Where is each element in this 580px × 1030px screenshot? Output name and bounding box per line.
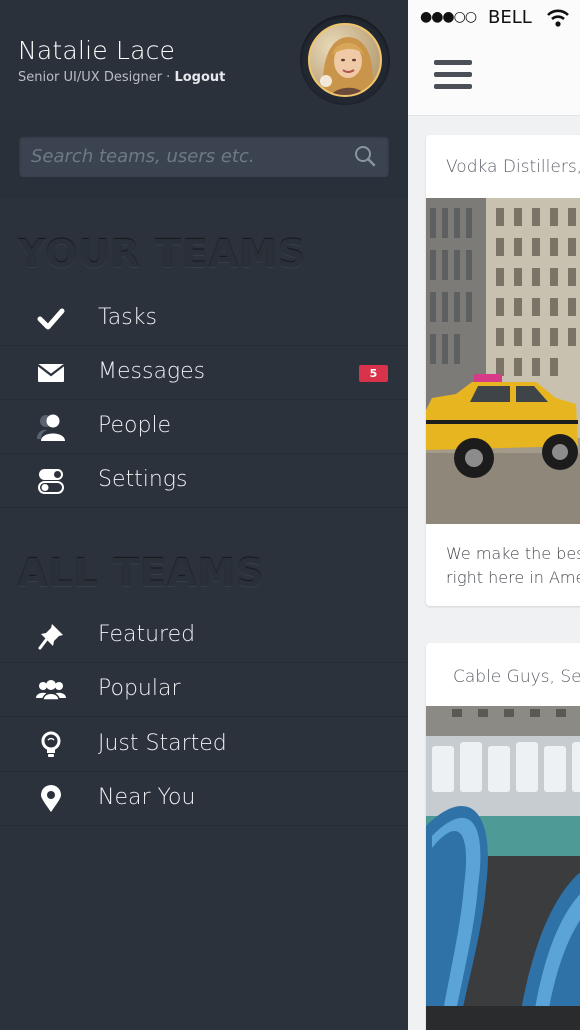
status-bar: ●●●○○ BELL bbox=[408, 0, 580, 36]
wifi-icon bbox=[547, 9, 569, 27]
nav-label: Featured bbox=[98, 622, 196, 647]
main-content: ●●●○○ BELL Vodka Distillers, S bbox=[408, 0, 580, 1030]
card-image bbox=[426, 706, 580, 1030]
section-title-your-teams: YOUR TEAMS bbox=[18, 232, 307, 276]
nav-item-tasks[interactable]: Tasks bbox=[0, 292, 408, 346]
search-box bbox=[19, 136, 389, 177]
nav-item-featured[interactable]: Featured bbox=[0, 609, 408, 663]
nav-item-messages[interactable]: Messages 5 bbox=[0, 346, 408, 400]
avatar[interactable] bbox=[308, 23, 382, 97]
section-title-all-teams: ALL TEAMS bbox=[18, 551, 265, 595]
user-role-line: Senior UI/UX Designer · Logout bbox=[18, 70, 225, 85]
hamburger-menu-icon[interactable] bbox=[434, 60, 472, 90]
unread-badge: 5 bbox=[359, 365, 388, 382]
nav-item-near-you[interactable]: Near You bbox=[0, 772, 408, 826]
top-navbar bbox=[408, 36, 580, 116]
nav-label: Popular bbox=[98, 676, 181, 701]
card-text-line: right here in Ameri bbox=[446, 568, 580, 587]
signal-strength: ●●●○○ bbox=[420, 9, 477, 25]
user-name: Natalie Lace bbox=[18, 36, 176, 65]
logout-link[interactable]: Logout bbox=[174, 70, 225, 85]
search-icon[interactable] bbox=[353, 144, 377, 168]
team-card[interactable]: Vodka Distillers, S bbox=[426, 135, 580, 606]
search-input[interactable] bbox=[19, 136, 339, 177]
nav-item-people[interactable]: People bbox=[0, 400, 408, 454]
nav-item-just-started[interactable]: Just Started bbox=[0, 718, 408, 772]
pin-icon bbox=[36, 623, 66, 650]
toggle-icon bbox=[36, 468, 66, 494]
nav-label: Just Started bbox=[98, 731, 227, 756]
card-title: Cable Guys, Sea bbox=[453, 667, 580, 687]
nav-label: Near You bbox=[98, 785, 196, 810]
card-text-line: We make the best bbox=[446, 544, 580, 563]
sidebar: Natalie Lace Senior UI/UX Designer · Log… bbox=[0, 0, 408, 1030]
envelope-icon bbox=[36, 360, 66, 386]
nav-item-popular[interactable]: Popular bbox=[0, 663, 408, 717]
team-card[interactable]: Cable Guys, Sea bbox=[426, 643, 580, 1030]
lightbulb-icon bbox=[36, 731, 66, 758]
card-image bbox=[426, 198, 580, 524]
nav-item-settings[interactable]: Settings bbox=[0, 454, 408, 508]
nav-label: People bbox=[98, 413, 172, 438]
nav-label: Messages bbox=[98, 359, 206, 384]
card-title: Vodka Distillers, S bbox=[446, 157, 580, 177]
profile-header: Natalie Lace Senior UI/UX Designer · Log… bbox=[0, 0, 408, 118]
nav-label: Tasks bbox=[98, 305, 157, 330]
user-role: Senior UI/UX Designer · bbox=[18, 70, 175, 85]
person-icon bbox=[36, 414, 66, 441]
carrier-name: BELL bbox=[488, 7, 532, 28]
map-marker-icon bbox=[36, 785, 66, 812]
nav-label: Settings bbox=[98, 467, 188, 492]
group-icon bbox=[36, 677, 66, 703]
checkmark-icon bbox=[36, 306, 66, 332]
